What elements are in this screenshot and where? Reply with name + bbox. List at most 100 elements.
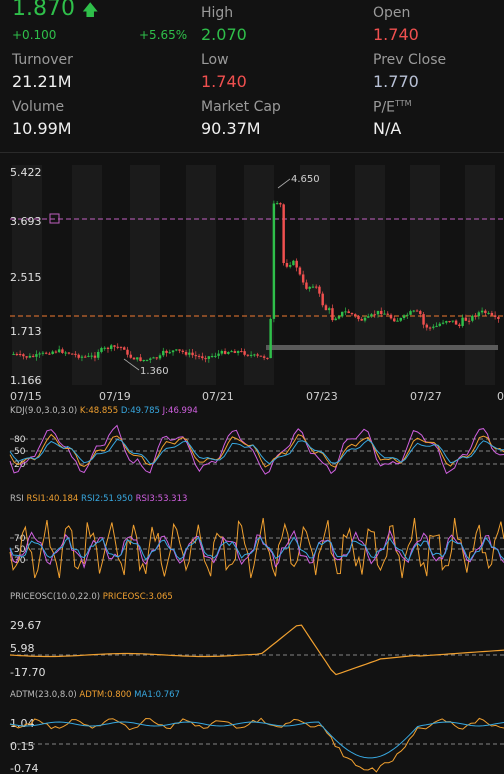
candle-body — [266, 357, 269, 359]
candle-body — [360, 319, 363, 321]
x-label-2: 07/19 — [99, 390, 131, 403]
candle-body — [441, 322, 445, 324]
candle-body — [129, 354, 132, 358]
chart-stripes — [12, 165, 495, 385]
candle-body — [370, 314, 373, 317]
candle-body — [243, 351, 246, 355]
candle-body — [142, 359, 145, 361]
candle-body — [464, 317, 468, 321]
candle-body — [41, 352, 45, 354]
candle-body — [425, 324, 429, 328]
candle-body — [116, 346, 119, 348]
candle-body — [445, 321, 448, 323]
candle-body — [191, 352, 194, 356]
header-divider — [0, 152, 504, 153]
candle-body — [428, 327, 432, 329]
candle-body — [44, 352, 48, 354]
candle-body — [298, 267, 302, 275]
candle-body — [288, 265, 292, 267]
candle-body — [139, 357, 142, 361]
candle-body — [487, 312, 490, 314]
candle-body — [471, 315, 474, 321]
candle-body — [158, 355, 162, 359]
x-axis-labels: 07/15 07/19 07/21 07/23 07/27 0 — [10, 390, 504, 403]
candle-body — [402, 315, 406, 319]
last-price-value: 1.870 — [12, 0, 75, 21]
pe-label: P/ETTM — [373, 99, 412, 116]
rsi-2: RSI2:51.950 — [81, 494, 133, 504]
turnover-value: 21.21M — [12, 72, 72, 91]
candle-body — [67, 352, 71, 354]
candle-body — [100, 348, 103, 352]
candle-body — [484, 310, 487, 314]
rsi-title: RSI — [10, 494, 24, 504]
high-label: High — [201, 5, 234, 21]
candle-body — [419, 311, 422, 315]
candle-body — [383, 313, 386, 315]
open-value: 1.740 — [373, 25, 419, 44]
adtm-title-row: ADTM(23.0,8.0) ADTM:0.800 MA1:0.767 — [10, 690, 180, 700]
candle-body — [48, 353, 51, 355]
candle-body — [93, 355, 97, 358]
candle-body — [77, 354, 80, 358]
adtm-label-low: -0.74 — [10, 762, 38, 774]
y-label-4: 1.713 — [10, 325, 42, 338]
candle-body — [194, 355, 198, 357]
last-price: 1.870 🡅 — [12, 0, 98, 26]
volume-value: 10.99M — [12, 119, 72, 138]
candle-body — [438, 323, 442, 326]
candle-body — [285, 263, 289, 267]
candle-body — [389, 314, 393, 319]
open-label: Open — [373, 5, 411, 21]
candle-body — [217, 353, 220, 356]
candle-body — [467, 320, 471, 322]
candle-body — [454, 320, 458, 325]
candle-body — [367, 316, 370, 318]
candle-body — [119, 346, 123, 348]
priceosc-label-low: -17.70 — [10, 666, 45, 679]
prev-close-label: Prev Close — [373, 52, 447, 68]
pe-label-text: P/E — [373, 99, 396, 116]
candle-body — [18, 354, 22, 356]
candle-body — [178, 349, 181, 351]
candle-body — [275, 203, 279, 205]
low-value: 1.740 — [201, 72, 247, 91]
candle-body — [354, 314, 357, 316]
adtm-chart[interactable]: 1.04 0.15 -0.74 — [0, 710, 504, 774]
kdj-d: D:49.785 — [120, 406, 160, 416]
candle-body — [314, 286, 318, 288]
candle-body — [480, 310, 484, 313]
y-label-3: 2.515 — [10, 271, 42, 284]
candle-body — [340, 311, 344, 317]
candle-body — [74, 353, 77, 355]
candle-body — [474, 315, 477, 317]
kdj-chart[interactable]: 80 50 20 — [0, 418, 504, 488]
x-label-6: 0 — [497, 390, 504, 403]
priceosc-title: PRICEOSC(10.0,22.0) — [10, 592, 101, 602]
candle-body — [373, 314, 376, 316]
adtm-value: ADTM:0.800 — [79, 690, 132, 700]
candlestick-chart[interactable]: 4.650 1.360 5.422 3.693 2.515 1.713 1.16… — [0, 160, 504, 405]
candle-body — [168, 352, 172, 354]
candle-body — [152, 357, 155, 359]
candle-body — [311, 286, 315, 288]
y-label-2: 3.693 — [10, 215, 42, 228]
market-cap-value: 90.37M — [201, 119, 261, 138]
rsi-chart[interactable]: 70 50 30 — [0, 508, 504, 586]
candle-body — [38, 353, 41, 355]
adtm-ma1-line — [9, 721, 504, 759]
candle-body — [113, 345, 116, 347]
priceosc-label-high: 29.67 — [10, 619, 42, 632]
candle-body — [409, 311, 412, 315]
candle-body — [246, 354, 250, 356]
rsi-3: RSI3:53.313 — [135, 494, 188, 504]
candle-body — [162, 350, 165, 356]
candle-body — [432, 326, 435, 328]
priceosc-chart[interactable]: 29.67 5.98 -17.70 — [0, 612, 504, 682]
candle-body — [126, 349, 129, 355]
candle-body — [344, 311, 347, 313]
candle-body — [259, 355, 263, 357]
candle-body — [132, 357, 136, 360]
candle-body — [204, 358, 207, 360]
candle-body — [393, 318, 396, 322]
